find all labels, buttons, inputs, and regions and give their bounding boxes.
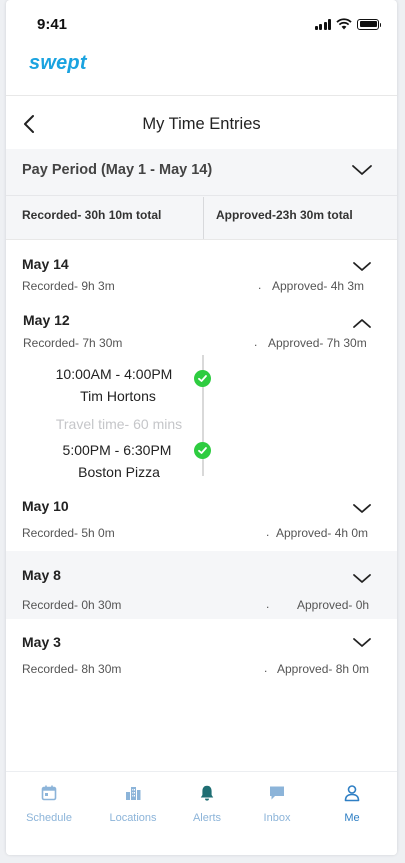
day-date: May 3 — [22, 634, 61, 650]
page-header: My Time Entries — [6, 104, 397, 144]
buildings-icon — [126, 787, 141, 800]
pay-period-recorded: Recorded- 30h 10m total — [22, 208, 162, 222]
day-row-may-3[interactable]: May 3 Recorded- 8h 30m . Approved- 8h 0m — [6, 619, 397, 681]
day-recorded: Recorded- 0h 30m — [22, 598, 122, 612]
day-dot: . — [264, 661, 268, 675]
tab-inbox[interactable]: Inbox — [238, 772, 316, 842]
chevron-down-icon[interactable] — [352, 637, 372, 649]
phone-screen: 9:41 swept My Time Entries Pay Period (M… — [6, 0, 397, 855]
wifi-icon — [336, 18, 352, 30]
tab-label: Locations — [109, 812, 157, 824]
tab-label: Alerts — [192, 812, 222, 824]
day-recorded: Recorded- 7h 30m — [23, 336, 123, 350]
travel-time: Travel time- 60 mins — [55, 416, 183, 432]
day-row-may-10[interactable]: May 10 Recorded- 5h 0m . Approved- 4h 0m — [6, 490, 397, 550]
tab-alerts[interactable]: Alerts — [168, 772, 246, 842]
chevron-up-icon[interactable] — [352, 317, 372, 329]
entry-time: 10:00AM - 4:00PM — [55, 366, 173, 382]
brand-logo: swept — [29, 52, 87, 74]
pay-period-title: Pay Period (May 1 - May 14) — [22, 162, 213, 178]
day-date: May 12 — [23, 312, 70, 328]
entry-time: 5:00PM - 6:30PM — [62, 442, 172, 458]
page-title: My Time Entries — [142, 115, 261, 133]
entry-location: Tim Hortons — [80, 388, 156, 404]
check-icon — [194, 442, 211, 459]
status-time: 9:41 — [37, 16, 68, 33]
status-icons — [314, 18, 381, 30]
day-dot: . — [258, 278, 262, 292]
chevron-down-icon[interactable] — [352, 573, 372, 585]
vertical-divider — [203, 197, 204, 239]
tab-label: Inbox — [263, 812, 291, 824]
day-recorded: Recorded- 5h 0m — [22, 526, 115, 540]
day-approved: Approved- 8h 0m — [277, 662, 370, 676]
day-dot: . — [254, 335, 258, 349]
tab-label: Schedule — [26, 812, 72, 824]
day-approved: Approved- 4h 0m — [276, 526, 369, 540]
day-row-may-14[interactable]: May 14 Recorded- 9h 3m . Approved- 4h 3m — [6, 240, 397, 302]
day-recorded: Recorded- 9h 3m — [22, 279, 115, 293]
day-approved: Approved- 0h — [297, 598, 370, 612]
entry-location: Boston Pizza — [78, 464, 160, 480]
day-dot: . — [266, 525, 270, 539]
check-icon — [194, 370, 211, 387]
chat-icon — [270, 786, 284, 800]
day-date: May 10 — [22, 498, 69, 514]
day-dot: . — [266, 597, 270, 611]
chevron-down-icon[interactable] — [352, 503, 372, 515]
status-bar: 9:41 — [6, 0, 397, 44]
user-icon — [344, 785, 360, 802]
signal-icon — [314, 18, 331, 30]
pay-period-approved: Approved-23h 30m total — [216, 208, 353, 222]
tab-locations[interactable]: Locations — [94, 772, 172, 842]
tab-me[interactable]: Me — [313, 772, 391, 842]
calendar-icon — [41, 785, 57, 801]
pay-period-card[interactable]: Pay Period (May 1 - May 14) Recorded- 30… — [6, 149, 397, 239]
day-approved: Approved- 7h 30m — [268, 336, 367, 350]
day-approved: Approved- 4h 3m — [272, 279, 365, 293]
day-date: May 14 — [22, 256, 69, 272]
battery-icon — [357, 18, 381, 30]
tab-label: Me — [344, 812, 360, 824]
day-recorded: Recorded- 8h 30m — [22, 662, 122, 676]
chevron-down-icon[interactable] — [352, 261, 372, 273]
bottom-tab-bar: Schedule Locations Alerts Inbox Me — [6, 771, 397, 855]
chevron-down-icon[interactable] — [351, 163, 373, 177]
day-row-may-8[interactable]: May 8 Recorded- 0h 30m . Approved- 0h — [6, 551, 397, 619]
day-date: May 8 — [22, 567, 61, 583]
bell-icon — [200, 785, 214, 801]
divider — [6, 95, 397, 96]
tab-schedule[interactable]: Schedule — [10, 772, 88, 842]
divider — [6, 195, 397, 196]
